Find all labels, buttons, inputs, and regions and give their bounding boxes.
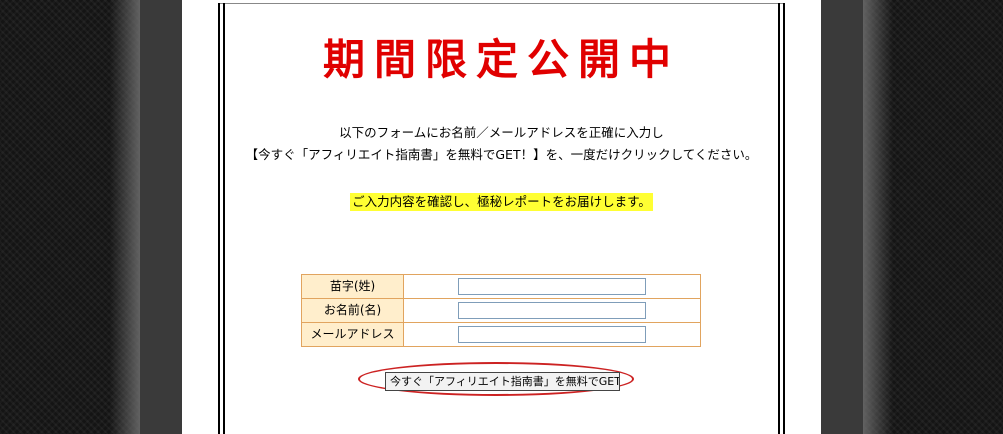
instruction-line-2: 【今すぐ「アフィリエイト指南書」を無料でGET！】を、一度だけクリックしてくださ… [245, 147, 758, 162]
form-row-first-name: お名前(名) [302, 299, 700, 323]
instruction-line-1: 以下のフォームにお名前／メールアドレスを正確に入力し [339, 125, 664, 140]
page-stage: 期間限定公開中 以下のフォームにお名前／メールアドレスを正確に入力し 【今すぐ「… [0, 0, 1003, 434]
last-name-label: 苗字(姓) [302, 275, 404, 298]
right-dark-texture [863, 0, 1003, 434]
form-row-last-name: 苗字(姓) [302, 275, 700, 299]
first-name-input[interactable] [458, 302, 646, 319]
email-cell [404, 323, 700, 346]
top-border-line [218, 3, 785, 4]
notice-wrap: ご入力内容を確認し、極秘レポートをお届けします。 [182, 191, 821, 211]
left-dark-texture [0, 0, 140, 434]
submit-get-guide-button[interactable]: 今すぐ「アフィリエイト指南書」を無料でGET！ [385, 372, 620, 391]
email-label: メールアドレス [302, 323, 404, 346]
left-gray-band [140, 0, 182, 434]
highlight-notice: ご入力内容を確認し、極秘レポートをお届けします。 [350, 193, 653, 211]
first-name-label: お名前(名) [302, 299, 404, 322]
page-title: 期間限定公開中 [322, 35, 680, 84]
email-input[interactable] [458, 326, 646, 343]
content-panel: 期間限定公開中 以下のフォームにお名前／メールアドレスを正確に入力し 【今すぐ「… [182, 0, 821, 434]
last-name-cell [404, 275, 700, 298]
form-row-email: メールアドレス [302, 323, 700, 346]
first-name-cell [404, 299, 700, 322]
right-gray-band [821, 0, 863, 434]
last-name-input[interactable] [458, 278, 646, 295]
signup-form: 苗字(姓) お名前(名) メールアドレス [301, 274, 701, 347]
